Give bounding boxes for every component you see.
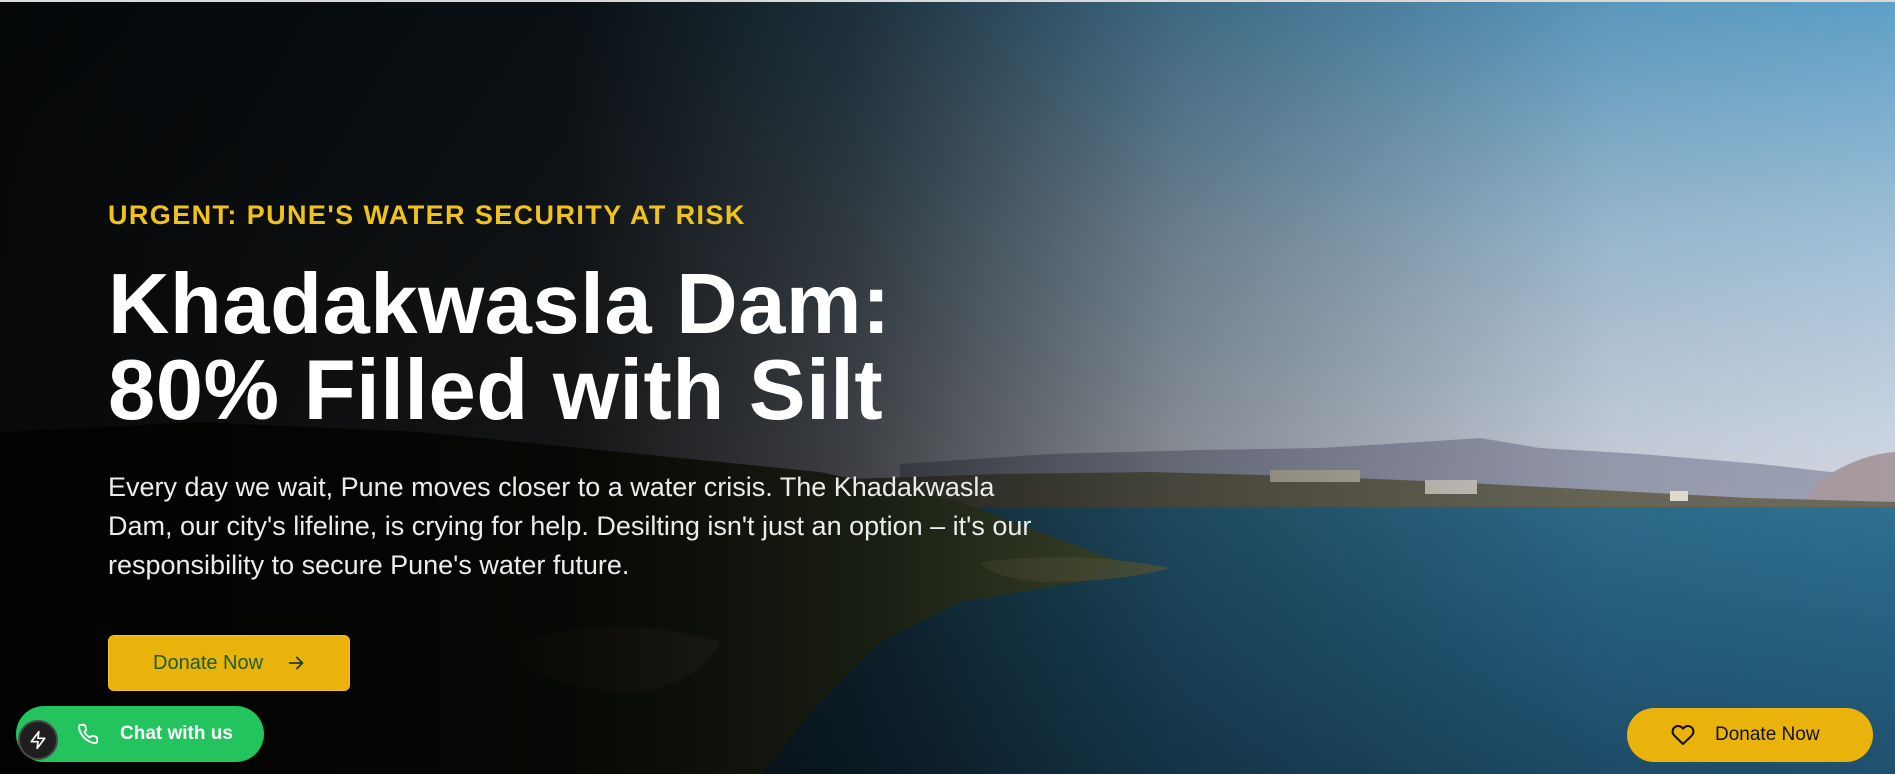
arrow-right-icon [285,652,307,674]
donate-now-button[interactable]: Donate Now [108,635,351,691]
chat-with-us-button[interactable]: Chat with us [16,706,264,762]
phone-icon [76,722,100,746]
headline-line-2: 80% Filled with Silt [108,343,884,438]
headline-line-1: Khadakwasla Dam: [108,257,891,352]
donate-now-label: Donate Now [153,651,264,674]
floating-donate-button[interactable]: Donate Now [1627,708,1873,762]
hero-description: Every day we wait, Pune moves closer to … [108,472,1032,580]
bolt-icon[interactable] [18,720,58,760]
floating-donate-label: Donate Now [1715,724,1820,745]
hero-section: URGENT: PUNE'S WATER SECURITY AT RISK Kh… [0,0,1895,774]
chat-with-us-label: Chat with us [120,723,233,744]
heart-icon [1671,723,1695,747]
urgent-eyebrow: URGENT: PUNE'S WATER SECURITY AT RISK [108,200,746,230]
hero-headline: Khadakwasla Dam: 80% Filled with Silt [108,262,1048,434]
hero-content: URGENT: PUNE'S WATER SECURITY AT RISK Kh… [108,198,1048,691]
